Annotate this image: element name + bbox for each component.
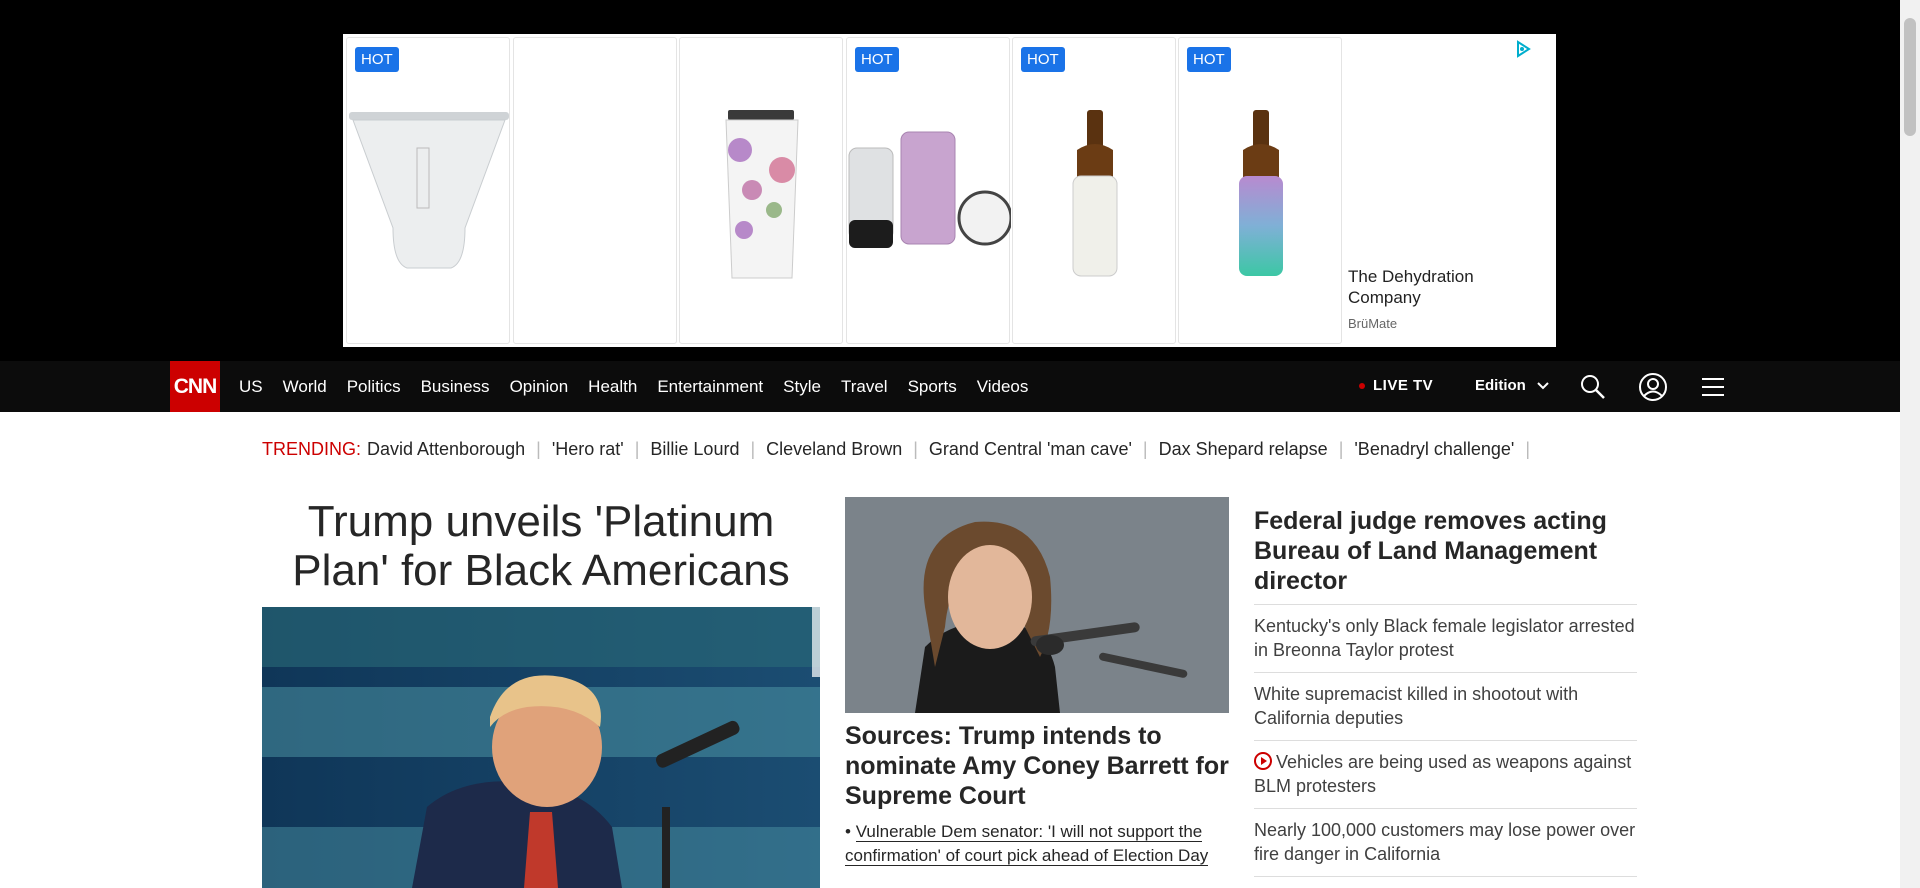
ad-title[interactable]: The Dehydration Company (1348, 266, 1528, 308)
ad-brand[interactable]: BrüMate (1348, 316, 1397, 331)
trending-divider: | (1525, 439, 1531, 459)
nav-links: US World Politics Business Opinion Healt… (239, 361, 1048, 412)
nav-link-style[interactable]: Style (783, 377, 821, 397)
list-item[interactable]: Nearly 100,000 customers may lose power … (1254, 809, 1637, 877)
trending-item[interactable]: 'Hero rat' (552, 439, 624, 460)
play-video-icon (1254, 752, 1272, 770)
hot-badge: HOT (1187, 47, 1231, 72)
ad-product-card[interactable] (679, 37, 843, 344)
scrollbar-thumb[interactable] (1904, 18, 1916, 136)
live-tv-button[interactable]: LIVE TV (1359, 377, 1433, 394)
lead-photo (262, 607, 820, 888)
ad-product-card[interactable]: HOT (846, 37, 1011, 344)
nav-link-opinion[interactable]: Opinion (510, 377, 569, 397)
ad-product-card[interactable] (513, 37, 677, 344)
trending-divider: | (1142, 439, 1148, 459)
trending-item[interactable]: David Attenborough (367, 439, 525, 460)
trending-label: TRENDING: (262, 439, 361, 459)
live-dot-icon (1359, 383, 1365, 390)
list-item[interactable]: Kentucky's only Black female legislator … (1254, 605, 1637, 673)
chevron-down-icon (1537, 382, 1549, 390)
trending-item[interactable]: Cleveland Brown (766, 439, 902, 460)
middle-photo (845, 497, 1229, 713)
nav-link-videos[interactable]: Videos (977, 377, 1029, 397)
page-scrollbar[interactable] (1900, 0, 1920, 888)
right-headline[interactable]: Federal judge removes acting Bureau of L… (1254, 506, 1637, 605)
tumbler-image (349, 112, 509, 269)
trending-divider: | (634, 439, 640, 459)
account-icon[interactable] (1638, 372, 1668, 402)
list-item[interactable]: White supremacist killed in shootout wit… (1254, 673, 1637, 741)
bottle-cooler-image (1072, 110, 1118, 277)
live-tv-label: LIVE TV (1373, 377, 1434, 394)
middle-headline[interactable]: Sources: Trump intends to nominate Amy C… (845, 721, 1229, 811)
hot-badge: HOT (1021, 47, 1065, 72)
nav-link-world[interactable]: World (283, 377, 327, 397)
ad-choices-icon[interactable] (1514, 40, 1532, 58)
lead-headline[interactable]: Trump unveils 'Platinum Plan' for Black … (262, 497, 820, 595)
ad-product-card[interactable]: HOT (346, 37, 510, 344)
nav-link-travel[interactable]: Travel (841, 377, 888, 397)
lead-story-image[interactable] (262, 607, 820, 888)
trending-item[interactable]: Billie Lourd (650, 439, 739, 460)
middle-story-image[interactable] (845, 497, 1229, 713)
edition-label: Edition (1475, 377, 1526, 394)
bullet: • (845, 822, 851, 841)
trending-item[interactable]: 'Benadryl challenge' (1354, 439, 1514, 460)
ad-product-card[interactable]: HOT (1178, 37, 1342, 344)
trending-divider: | (536, 439, 541, 459)
right-column: Federal judge removes acting Bureau of L… (1254, 506, 1637, 877)
hot-badge: HOT (855, 47, 899, 72)
ad-product-card[interactable]: HOT (1012, 37, 1176, 344)
list-item[interactable]: Vehicles are being used as weapons again… (1254, 741, 1637, 809)
trending-item[interactable]: Grand Central 'man cave' (929, 439, 1132, 460)
cnn-logo[interactable]: CNN (170, 361, 220, 412)
trending-divider: | (750, 439, 756, 459)
edition-dropdown[interactable]: Edition (1475, 377, 1550, 394)
hot-badge: HOT (355, 47, 399, 72)
nav-link-entertainment[interactable]: Entertainment (657, 377, 763, 397)
trending-divider: | (1338, 439, 1344, 459)
search-icon[interactable] (1578, 372, 1608, 402)
trending-item[interactable]: Dax Shepard relapse (1159, 439, 1328, 460)
nav-link-business[interactable]: Business (421, 377, 490, 397)
can-cooler-image (848, 131, 1011, 248)
menu-icon[interactable] (1698, 372, 1728, 402)
nav-link-politics[interactable]: Politics (347, 377, 401, 397)
nav-link-us[interactable]: US (239, 377, 263, 397)
nav-link-sports[interactable]: Sports (908, 377, 957, 397)
list-item-label: Vehicles are being used as weapons again… (1254, 752, 1632, 796)
trending-divider: | (913, 439, 918, 459)
nav-link-health[interactable]: Health (588, 377, 637, 397)
main-nav: CNN US World Politics Business Opinion H… (0, 361, 1900, 412)
middle-related-link[interactable]: • Vulnerable Dem senator: 'I will not su… (845, 820, 1229, 868)
glitter-bottle-cooler-image (1239, 110, 1283, 276)
trending-bar: TRENDING: David Attenborough | 'Hero rat… (262, 439, 1541, 460)
floral-tumbler-image (725, 110, 799, 279)
ad-banner: HOT HOT HOT HOT The Dehydration Company … (0, 0, 1900, 361)
related-link-text[interactable]: Vulnerable Dem senator: 'I will not supp… (845, 822, 1209, 866)
